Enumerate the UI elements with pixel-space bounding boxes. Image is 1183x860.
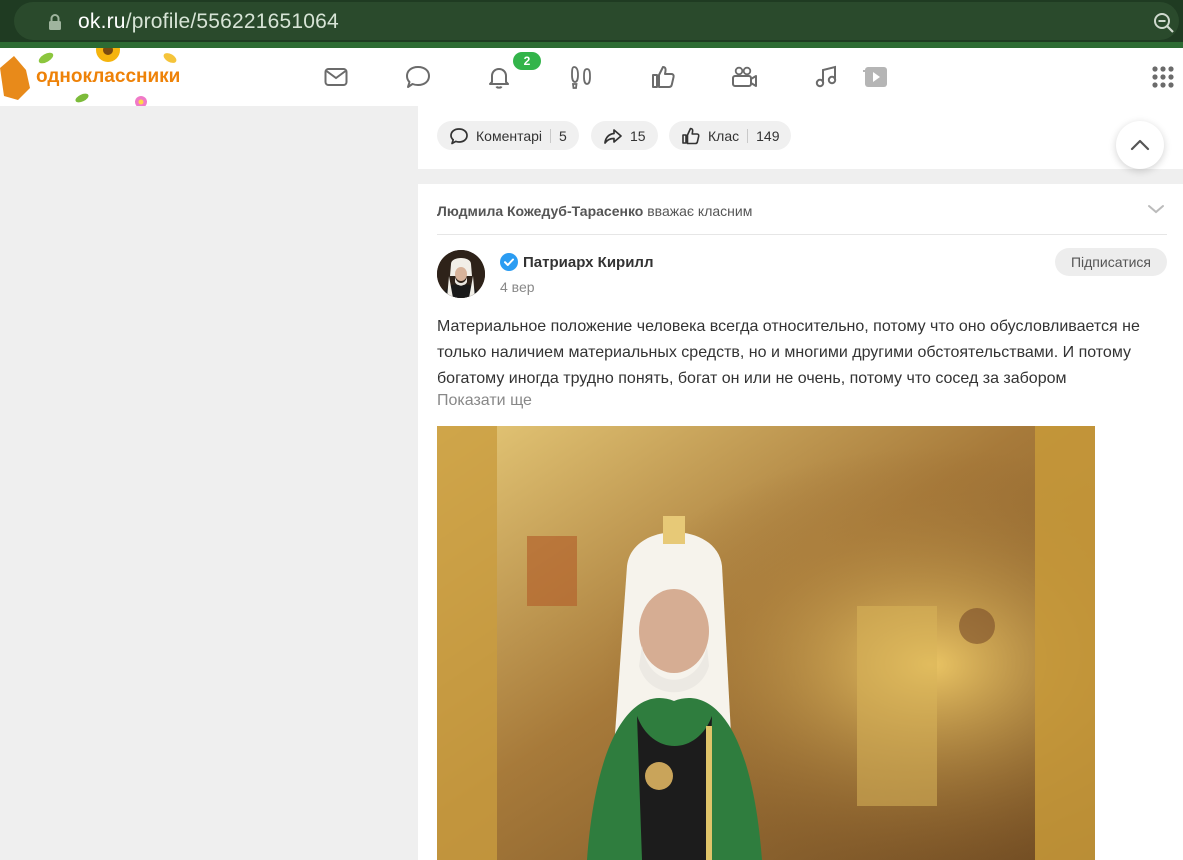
author-name[interactable]: Патриарх Кирилл	[523, 254, 654, 271]
logo-text: одноклассники	[36, 66, 181, 87]
lock-icon	[49, 14, 61, 30]
like-button[interactable]: Клас 149	[669, 121, 792, 150]
friends-icon[interactable]	[729, 62, 759, 92]
events-icon[interactable]	[648, 62, 678, 92]
show-more-link[interactable]: Показати ще	[437, 392, 532, 410]
video-icon[interactable]	[859, 62, 889, 92]
site-logo[interactable]: одноклассники	[0, 48, 210, 106]
comments-label: Коментарі	[476, 127, 543, 144]
liker-action: вважає класним	[647, 203, 753, 219]
comments-count: 5	[559, 127, 567, 144]
chevron-up-icon	[1130, 139, 1150, 151]
likes-label: Клас	[708, 127, 740, 144]
like-icon	[682, 127, 700, 144]
zoom-icon[interactable]	[1152, 11, 1176, 35]
comment-icon	[450, 127, 468, 144]
post-text: Материальное положение человека всегда о…	[437, 318, 1140, 387]
site-header: одноклассники 2	[0, 48, 1183, 106]
chevron-down-icon[interactable]	[1145, 198, 1167, 220]
music-icon[interactable]	[811, 62, 841, 92]
notifications-badge: 2	[513, 52, 541, 70]
shares-count: 15	[630, 127, 646, 144]
apps-grid-icon[interactable]	[1148, 62, 1178, 92]
verified-icon	[500, 253, 518, 271]
browser-address-bar: ok.ru/profile/556221651064	[0, 0, 1183, 48]
post-date: 4 вер	[500, 279, 535, 295]
previous-post-footer: Коментарі 5 15 Клас 149	[418, 106, 1183, 169]
url-host: ok.ru	[78, 10, 126, 33]
share-icon	[604, 128, 622, 144]
likes-count: 149	[756, 127, 780, 144]
separator	[550, 128, 552, 143]
liker-line: Людмила Кожедуб-Тарасенко вважає класним	[437, 203, 752, 219]
comments-button[interactable]: Коментарі 5	[437, 121, 579, 150]
url-path: /profile/556221651064	[125, 10, 339, 33]
feed-post-card: Людмила Кожедуб-Тарасенко вважає класним…	[418, 184, 1183, 860]
scroll-to-top-button[interactable]	[1116, 121, 1164, 169]
subscribe-button[interactable]: Підписатися	[1055, 248, 1167, 276]
discussions-icon[interactable]	[403, 62, 433, 92]
post-image	[437, 426, 1095, 860]
liker-name[interactable]: Людмила Кожедуб-Тарасенко	[437, 203, 643, 219]
address-field[interactable]: ok.ru/profile/556221651064	[14, 2, 1179, 40]
divider	[437, 234, 1167, 235]
messages-icon[interactable]	[321, 62, 351, 92]
notifications-icon[interactable]	[484, 62, 514, 92]
separator	[747, 128, 749, 143]
post-photo[interactable]	[437, 426, 1095, 860]
url-text: ok.ru/profile/556221651064	[78, 10, 339, 34]
avatar-image	[437, 250, 485, 298]
guests-icon[interactable]	[566, 62, 596, 92]
author-avatar[interactable]	[437, 250, 485, 298]
left-sidebar	[0, 106, 418, 860]
share-button[interactable]: 15	[591, 121, 658, 150]
